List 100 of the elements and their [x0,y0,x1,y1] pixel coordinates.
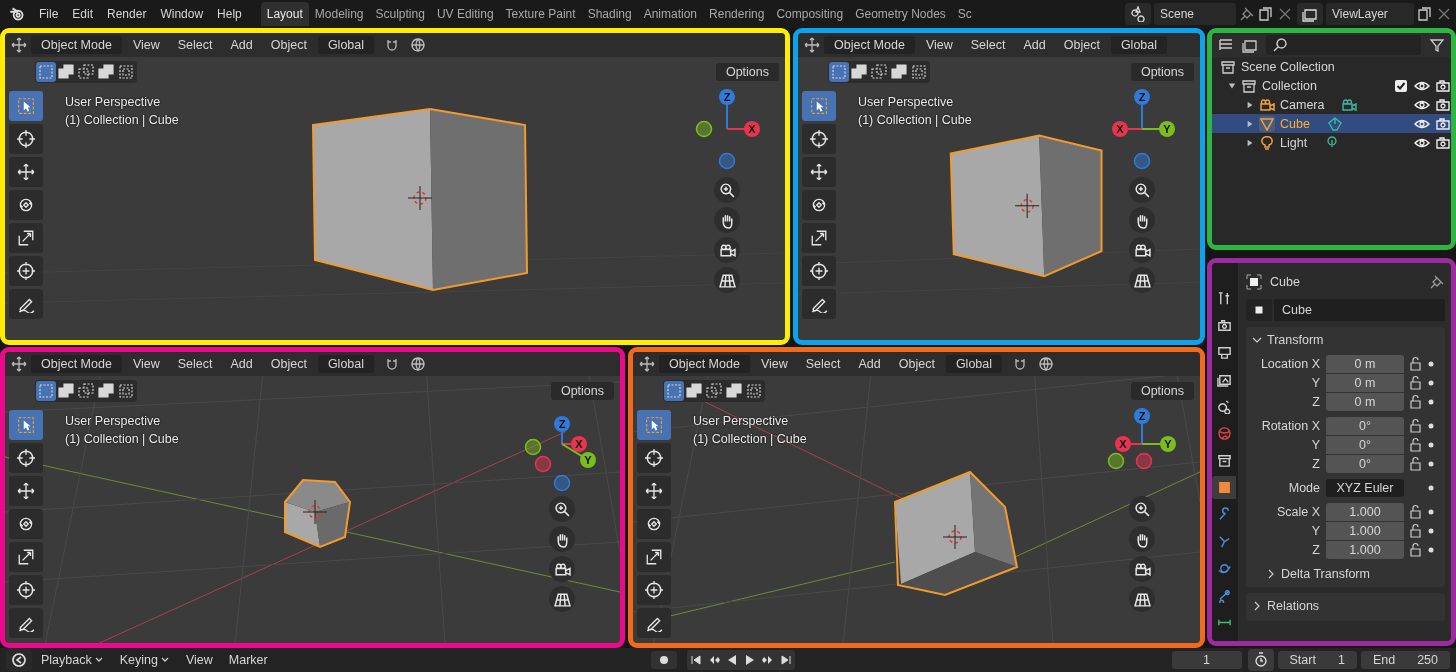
keyframe-dot-icon[interactable] [1428,442,1434,448]
scale-tool[interactable] [9,223,43,253]
axis-handle[interactable]: Z [1134,408,1150,445]
zoom-button[interactable] [1129,496,1155,522]
mode-dropdown[interactable]: XYZ Euler [1326,479,1404,497]
lock-icon[interactable] [1408,375,1424,391]
object-name-field[interactable]: Cube [1274,299,1445,321]
select-box-tool[interactable] [802,91,836,121]
copy-icon[interactable] [1417,6,1433,22]
outliner-row[interactable]: Scene Collection [1212,57,1451,76]
options-dropdown[interactable]: Options [715,63,779,81]
select-extend-icon[interactable] [849,62,869,82]
cube-drawing[interactable] [284,478,352,549]
keyframe-dot-icon[interactable] [1428,361,1434,367]
menu-item[interactable]: Select [963,35,1013,55]
menu-item[interactable]: Add [223,35,260,55]
render-camera-icon[interactable] [1435,115,1451,132]
orientation-dropdown[interactable]: Global [945,355,1003,373]
orientation-dropdown[interactable]: Global [1110,36,1168,54]
rotate-tool[interactable] [9,509,43,539]
axis-handle[interactable] [1107,452,1125,470]
editor-type-icon[interactable] [11,356,27,372]
move-tool[interactable] [802,157,836,187]
render-camera-icon[interactable] [1435,134,1451,151]
editor-type-icon[interactable] [11,37,27,53]
axis-handle[interactable]: Y [1141,121,1175,137]
options-dropdown[interactable]: Options [1130,382,1194,400]
menu-item[interactable]: Edit [65,4,101,24]
object-browse-button[interactable] [1246,299,1272,321]
annotate-tool[interactable] [9,608,43,638]
lock-icon[interactable] [1408,542,1424,558]
options-dropdown[interactable]: Options [550,382,614,400]
select-subtract-icon[interactable] [704,381,724,401]
number-field[interactable]: 1.000 [1326,503,1404,521]
menu-item[interactable]: View [753,354,795,374]
axis-handle[interactable] [718,152,736,170]
delta-transform-header[interactable]: Delta Transform [1246,559,1445,581]
mode-dropdown[interactable]: Object Mode [31,355,122,373]
render-camera-icon[interactable] [1435,96,1451,113]
workspace-tab[interactable]: UV Editing [430,2,500,26]
menu-item[interactable]: Add [851,354,888,374]
checkbox[interactable] [1393,77,1409,94]
move-tool[interactable] [9,476,43,506]
mode-dropdown[interactable]: Object Mode [824,36,915,54]
editor-type-button[interactable] [6,649,32,671]
select-invert-icon[interactable] [889,62,909,82]
mode-dropdown[interactable]: Object Mode [31,36,122,54]
outliner-row[interactable]: Collection [1212,76,1451,95]
number-field[interactable]: 0 m [1326,355,1404,373]
select-box-tool[interactable] [637,410,671,440]
menu-item[interactable]: Object [263,35,314,55]
pan-button[interactable] [1129,526,1155,552]
rotate-tool[interactable] [9,190,43,220]
workspace-tab[interactable]: Shading [581,2,638,26]
view-layer-type-button[interactable] [1297,3,1323,25]
close-icon[interactable] [1277,6,1293,22]
cursor-tool[interactable] [637,443,671,473]
workspace-tab[interactable]: Texture Paint [499,2,582,26]
render-camera-icon[interactable] [1435,77,1451,94]
object-tab[interactable] [1212,476,1236,499]
workspace-tab[interactable]: Modeling [308,2,370,26]
3d-cursor-icon[interactable] [1014,193,1040,219]
menu-item[interactable]: File [32,4,66,24]
keyframe-dot-icon[interactable] [1428,509,1434,515]
select-subtract-icon[interactable] [869,62,889,82]
3d-cursor-icon[interactable] [407,185,433,211]
keyframe-dot-icon[interactable] [1428,528,1434,534]
menu-item[interactable]: Object [891,354,942,374]
cursor-tool[interactable] [9,124,43,154]
axis-handle[interactable]: Z [719,89,735,130]
menu-item[interactable]: Marker [221,650,275,670]
disclosure-triangle-icon[interactable] [1246,138,1254,147]
outliner-row[interactable]: Light [1212,133,1451,152]
move-tool[interactable] [637,476,671,506]
disclosure-triangle-icon[interactable] [1228,81,1236,90]
lock-icon[interactable] [1408,418,1424,434]
move-tool[interactable] [9,157,43,187]
lock-icon[interactable] [1408,394,1424,410]
layers-icon[interactable] [1242,37,1258,53]
cursor-tool[interactable] [9,443,43,473]
menu-item[interactable]: Window [153,4,211,24]
pin-icon[interactable] [1239,6,1255,22]
current-frame-field[interactable]: 1 [1171,651,1242,669]
menu-item[interactable]: View [918,35,960,55]
camera-view-button[interactable] [714,237,740,263]
transform-tool[interactable] [9,575,43,605]
record-button[interactable] [651,651,678,669]
select-extend-icon[interactable] [56,381,76,401]
rotate-tool[interactable] [637,509,671,539]
blender-logo-icon[interactable] [8,5,26,23]
perspective-button[interactable] [714,267,740,293]
select-subtract-icon[interactable] [76,62,96,82]
select-intersect-icon[interactable] [909,62,929,82]
outliner-row[interactable]: Cube [1212,114,1451,133]
copy-icon[interactable] [1258,6,1274,22]
select-subtract-icon[interactable] [76,381,96,401]
workspace-tab[interactable]: Sc [951,2,978,26]
zoom-button[interactable] [549,496,575,522]
menu-item[interactable]: Select [170,35,220,55]
number-field[interactable]: 0 m [1326,374,1404,392]
